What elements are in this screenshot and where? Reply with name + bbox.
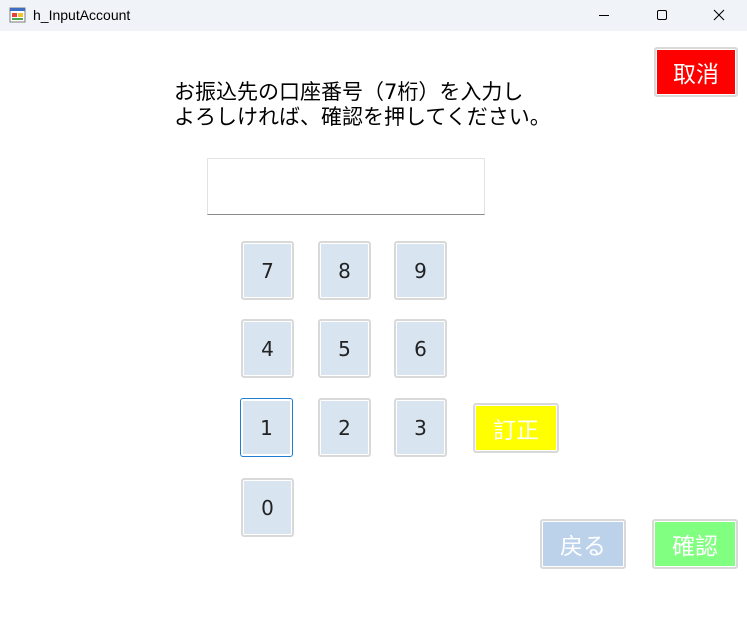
key-7[interactable]: 7 — [241, 241, 294, 300]
key-6[interactable]: 6 — [394, 319, 447, 378]
close-button[interactable] — [691, 0, 747, 31]
instruction-line-2: よろしければ、確認を押してください。 — [174, 105, 551, 129]
key-5[interactable]: 5 — [318, 319, 371, 378]
minimize-icon — [598, 6, 610, 25]
key-3[interactable]: 3 — [394, 398, 447, 457]
back-button[interactable]: 戻る — [540, 519, 626, 569]
cancel-button[interactable]: 取消 — [654, 47, 738, 97]
app-window: h_InputAccount お振込先の口座番号（7桁）を入力し よろしければ、… — [0, 0, 747, 625]
maximize-icon — [656, 6, 668, 25]
form-app-icon — [9, 7, 26, 23]
maximize-button[interactable] — [633, 0, 691, 31]
confirm-button[interactable]: 確認 — [652, 519, 738, 569]
key-8[interactable]: 8 — [318, 241, 371, 300]
close-icon — [713, 6, 725, 25]
correct-button[interactable]: 訂正 — [473, 403, 559, 453]
key-4[interactable]: 4 — [241, 319, 294, 378]
minimize-button[interactable] — [575, 0, 633, 31]
title-bar[interactable]: h_InputAccount — [0, 0, 747, 31]
key-2[interactable]: 2 — [318, 398, 371, 457]
instruction-text: お振込先の口座番号（7桁）を入力し よろしければ、確認を押してください。 — [174, 80, 574, 130]
instruction-line-1: お振込先の口座番号（7桁）を入力し — [174, 80, 524, 104]
window-title: h_InputAccount — [33, 7, 131, 23]
key-9[interactable]: 9 — [394, 241, 447, 300]
account-number-input[interactable] — [207, 158, 485, 215]
key-1[interactable]: 1 — [240, 398, 293, 457]
key-0[interactable]: 0 — [241, 478, 294, 537]
